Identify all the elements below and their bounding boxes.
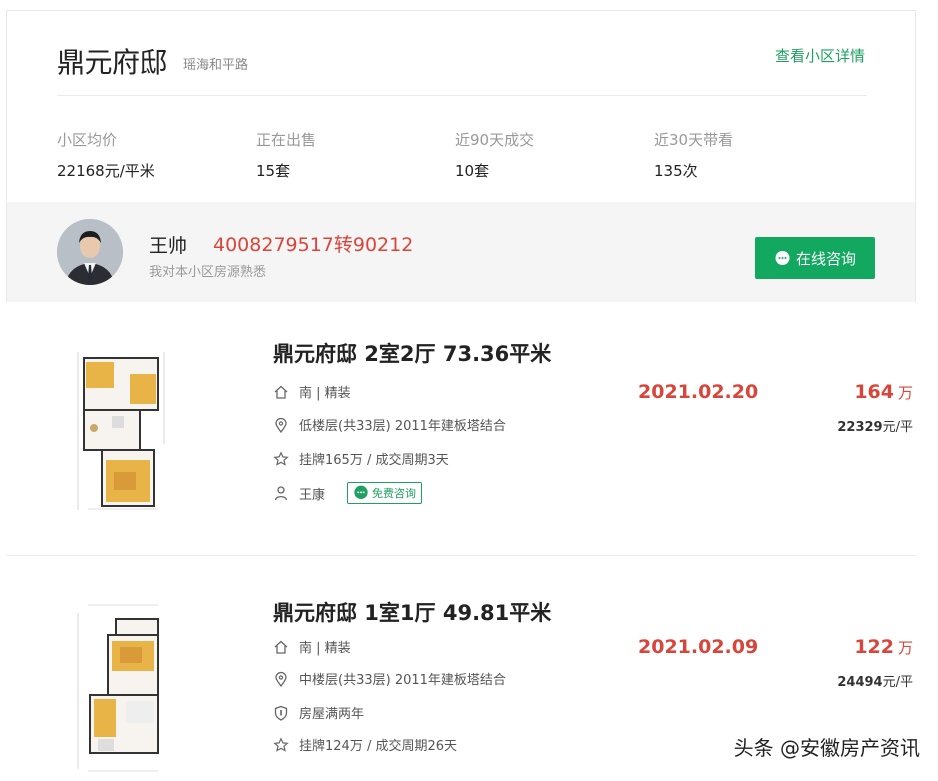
deal-date: 2021.02.20: [638, 381, 759, 403]
online-consult-button[interactable]: 在线咨询: [755, 237, 875, 279]
price-unit: 万: [897, 384, 913, 402]
location-pin-icon: [275, 417, 287, 433]
stat-label: 近30天带看: [654, 131, 734, 149]
star-icon: [273, 450, 289, 466]
person-icon: [274, 486, 288, 501]
house-icon: [274, 640, 288, 654]
community-name: 鼎元府邸: [57, 46, 168, 79]
deal-row: 挂牌124万 / 成交周期26天: [273, 735, 457, 754]
house-icon: [274, 385, 288, 399]
unit-price-suffix: 元/平: [882, 420, 913, 435]
orientation-text: 南 | 精装: [299, 641, 351, 656]
unit-price-suffix: 元/平: [882, 675, 913, 690]
watermark: 头条 @安徽房产资讯: [733, 736, 920, 760]
stat-visits-30d: 近30天带看 135次: [654, 129, 733, 181]
stat-value: 135次: [654, 162, 698, 180]
star-icon: [273, 736, 289, 752]
orientation-row: 南 | 精装: [273, 637, 351, 656]
deal-date: 2021.02.09: [638, 636, 759, 658]
price-value: 164: [854, 381, 894, 403]
deal-text: 挂牌165万 / 成交周期3天: [299, 453, 449, 468]
unit-price: 24494元/平: [837, 671, 913, 690]
deal-text: 挂牌124万 / 成交周期26天: [299, 739, 457, 754]
agent-bar: 王帅 4008279517转90212 我对本小区房源熟悉 在线咨询: [7, 202, 915, 302]
unit-price-value: 24494: [837, 675, 883, 690]
stat-label: 近90天成交: [455, 131, 535, 149]
chat-icon: [775, 250, 790, 265]
listing-item[interactable]: 鼎元府邸 2室2厅 73.36平米 南 | 精装 低楼层(共33层) 2011年…: [6, 316, 916, 556]
stat-value: 22168元/平米: [57, 162, 155, 180]
floor-text: 低楼层(共33层) 2011年建板塔结合: [299, 419, 506, 434]
chat-icon: [354, 485, 368, 499]
listing-agent-name: 王康: [299, 487, 326, 503]
stat-label: 小区均价: [57, 131, 118, 149]
listing-title[interactable]: 鼎元府邸 2室2厅 73.36平米: [273, 338, 551, 368]
orientation-row: 南 | 精装: [273, 382, 351, 401]
tag-text: 房屋满两年: [299, 707, 365, 722]
community-card: 鼎元府邸 瑶海和平路 查看小区详情 小区均价 22168元/平米 正在出售 15…: [6, 10, 916, 302]
unit-price: 22329元/平: [837, 416, 913, 435]
total-price: 122 万: [854, 636, 913, 658]
community-detail-link[interactable]: 查看小区详情: [775, 45, 865, 66]
consult-label: 在线咨询: [795, 249, 856, 268]
orientation-text: 南 | 精装: [299, 386, 351, 401]
listing-title[interactable]: 鼎元府邸 1室1厅 49.81平米: [273, 597, 551, 627]
price-unit: 万: [897, 639, 913, 657]
stat-on-sale: 正在出售 15套: [256, 129, 316, 181]
floor-text: 中楼层(共33层) 2011年建板塔结合: [299, 673, 506, 688]
tag-row: 房屋满两年: [273, 703, 364, 722]
floorplan-image[interactable]: [68, 344, 180, 516]
price-value: 122: [854, 636, 894, 658]
agent-row: 王康 免费咨询: [273, 482, 423, 504]
community-road: 瑶海和平路: [183, 58, 249, 73]
total-price: 164 万: [854, 381, 913, 403]
stat-value: 10套: [455, 162, 490, 180]
stat-deals-90d: 近90天成交 10套: [455, 129, 534, 181]
floor-row: 中楼层(共33层) 2011年建板塔结合: [273, 669, 506, 688]
shield-icon: [274, 705, 288, 721]
free-consult-button[interactable]: 免费咨询: [347, 482, 423, 504]
stat-avg-price: 小区均价 22168元/平米: [57, 129, 155, 181]
agent-desc: 我对本小区房源熟悉: [149, 265, 267, 280]
location-pin-icon: [275, 671, 287, 687]
agent-name: 王帅: [149, 235, 188, 257]
stat-label: 正在出售: [256, 131, 317, 149]
unit-price-value: 22329: [837, 420, 883, 435]
floorplan-image[interactable]: [68, 599, 180, 775]
floor-row: 低楼层(共33层) 2011年建板塔结合: [273, 415, 506, 434]
divider: [57, 95, 867, 96]
avatar[interactable]: [57, 219, 123, 285]
agent-phone: 4008279517转90212: [213, 234, 414, 256]
free-consult-label: 免费咨询: [372, 487, 417, 500]
stat-value: 15套: [256, 162, 291, 180]
deal-row: 挂牌165万 / 成交周期3天: [273, 449, 449, 468]
